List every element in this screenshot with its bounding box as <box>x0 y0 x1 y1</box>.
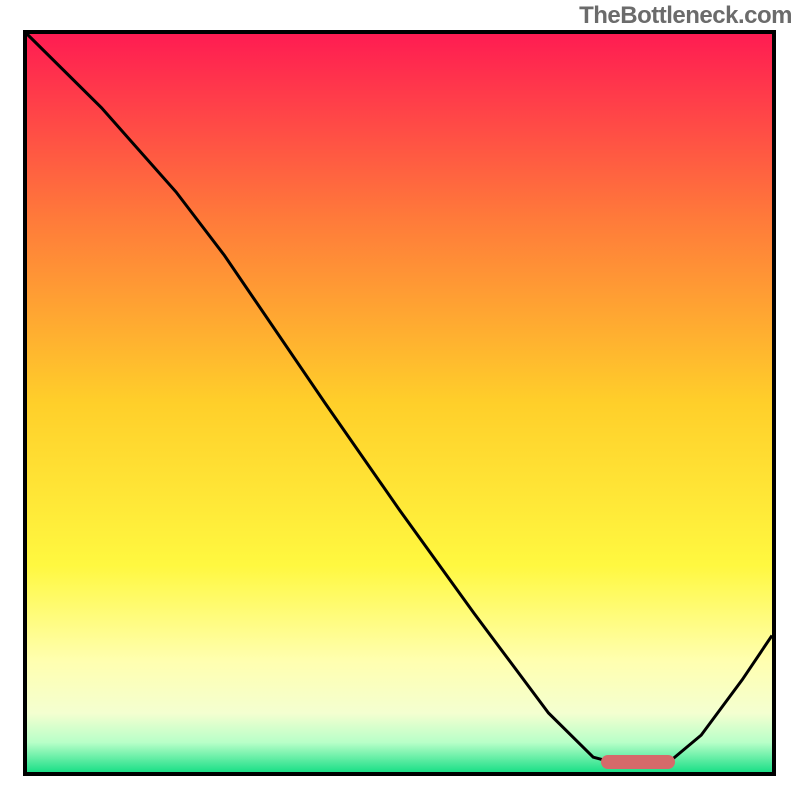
watermark-text: TheBottleneck.com <box>579 2 792 30</box>
bottleneck-curve <box>27 34 772 763</box>
optimum-marker <box>601 755 676 769</box>
bottleneck-curve-svg <box>23 30 776 776</box>
plot-area <box>23 30 776 776</box>
chart-frame: TheBottleneck.com <box>0 0 800 800</box>
